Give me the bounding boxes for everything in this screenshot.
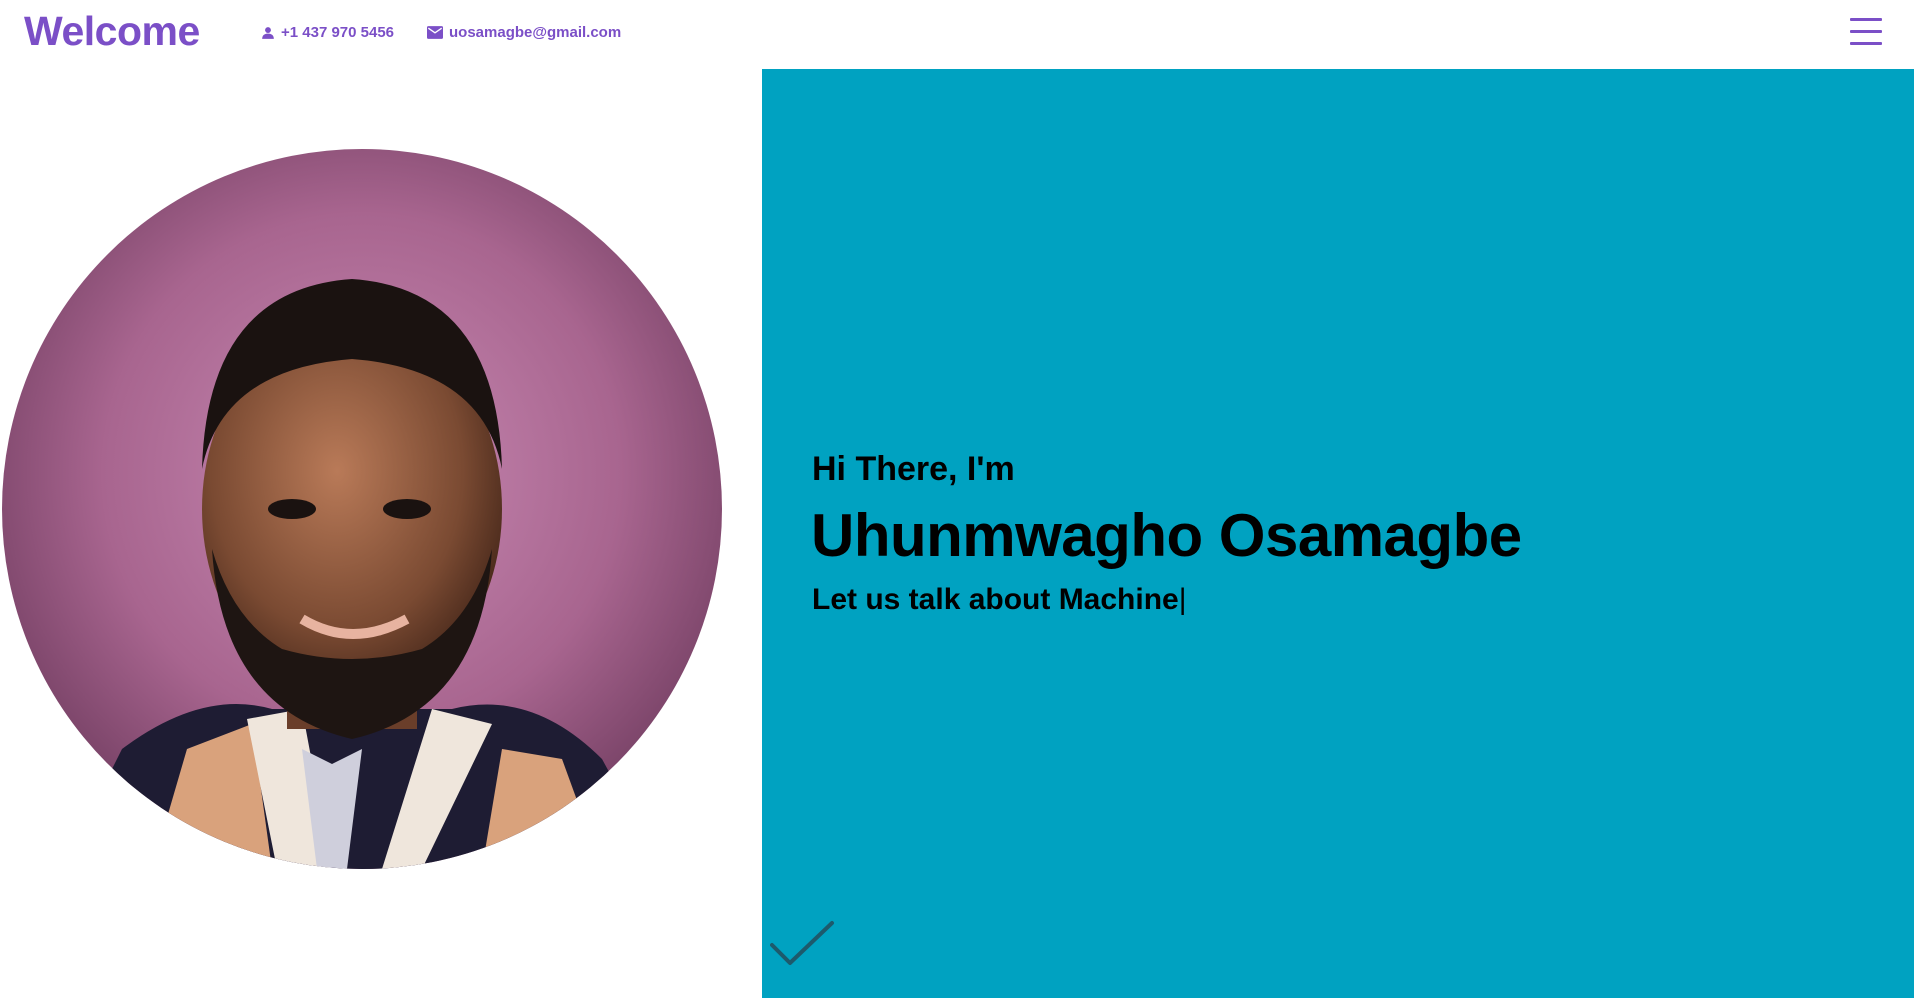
email-address: uosamagbe@gmail.com bbox=[449, 24, 622, 41]
menu-bar-top bbox=[1850, 18, 1882, 21]
hamburger-menu-icon[interactable] bbox=[1850, 18, 1882, 46]
checkmark-icon bbox=[770, 921, 834, 965]
typing-cursor: | bbox=[1178, 583, 1187, 616]
profile-portrait bbox=[2, 149, 722, 869]
mail-icon bbox=[427, 26, 443, 39]
person-icon bbox=[262, 26, 274, 39]
contact-phone[interactable]: +1 437 970 5456 bbox=[261, 24, 394, 41]
contact-email[interactable]: uosamagbe@gmail.com bbox=[427, 24, 621, 41]
avatar bbox=[2, 149, 722, 869]
hero-name: Uhunmwagho Osamagbe bbox=[811, 502, 1522, 569]
profile-photo-pane bbox=[0, 69, 762, 998]
brand-welcome-link[interactable]: Welcome bbox=[24, 8, 200, 55]
phone-number: +1 437 970 5456 bbox=[281, 24, 395, 41]
top-header: Welcome +1 437 970 5456 uosamagbe@gmail.… bbox=[0, 0, 1914, 69]
hero-section: Hi There, I'm Uhunmwagho Osamagbe Let us… bbox=[762, 69, 1914, 998]
menu-bar-middle bbox=[1850, 30, 1882, 33]
hero-greeting: Hi There, I'm bbox=[812, 450, 1015, 488]
tagline-text: Let us talk about Machine bbox=[812, 583, 1179, 616]
hero-tagline: Let us talk about Machine| bbox=[812, 583, 1187, 617]
menu-bar-bottom bbox=[1850, 42, 1882, 45]
